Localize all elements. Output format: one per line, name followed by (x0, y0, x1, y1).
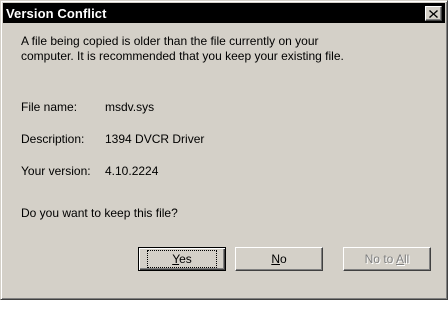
message-line-1: A file being copied is older than the fi… (21, 34, 319, 48)
conflict-message: A file being copied is older than the fi… (21, 34, 421, 64)
yes-button-label: Yes (147, 250, 217, 268)
yes-button[interactable]: Yes (138, 247, 226, 271)
dialog-body: A file being copied is older than the fi… (1, 1, 447, 299)
message-line-2: computer. It is recommended that you kee… (21, 49, 344, 63)
no-to-all-button-label: No to All (364, 252, 410, 266)
description-value: 1394 DVCR Driver (105, 132, 205, 146)
keep-file-question: Do you want to keep this file? (21, 206, 178, 220)
file-name-label: File name: (21, 100, 78, 114)
your-version-label: Your version: (21, 164, 91, 178)
no-to-all-button[interactable]: No to All (343, 247, 431, 271)
file-name-value: msdv.sys (105, 100, 155, 114)
description-label: Description: (21, 132, 85, 146)
no-button-label: No (271, 252, 287, 266)
version-conflict-dialog: Version Conflict A file being copied is … (0, 0, 448, 300)
no-button[interactable]: No (235, 247, 323, 271)
your-version-value: 4.10.2224 (105, 164, 159, 178)
